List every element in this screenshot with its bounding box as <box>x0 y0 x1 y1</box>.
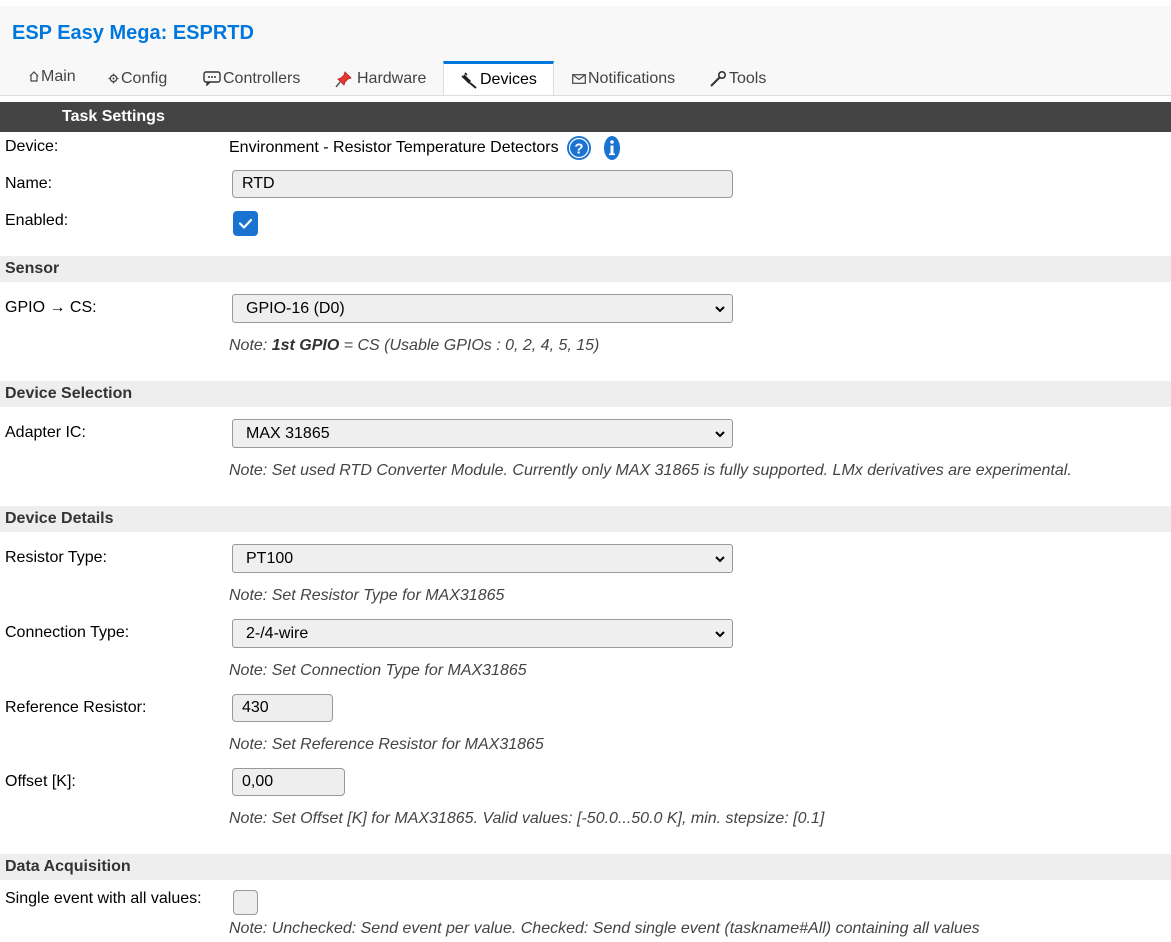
adapter-ic-label: Adapter IC: <box>5 424 86 441</box>
single-event-label: Single event with all values: <box>5 890 202 907</box>
tab-tools-label: Tools <box>729 69 767 87</box>
wrench-icon <box>709 70 727 88</box>
plug-icon <box>460 71 478 89</box>
device-selection-section-title: Device Selection <box>5 385 133 402</box>
sensor-section-header: Sensor <box>0 256 1171 282</box>
task-settings-title: Task Settings <box>62 108 165 125</box>
tab-controllers-label: Controllers <box>223 69 301 87</box>
tab-tools[interactable]: Tools <box>709 61 766 96</box>
chevron-down-icon <box>714 302 726 320</box>
adapter-ic-selected: MAX 31865 <box>246 425 330 442</box>
tab-config-label: Config <box>121 69 168 87</box>
enabled-checkbox[interactable] <box>233 211 258 236</box>
chevron-down-icon <box>714 627 726 645</box>
gpio-cs-select[interactable]: GPIO-16 (D0) <box>232 294 733 323</box>
help-icon[interactable]: ? <box>566 135 592 161</box>
mail-icon <box>572 73 586 84</box>
task-settings-header: Task Settings <box>0 102 1171 132</box>
tab-notifications[interactable]: Notifications <box>572 61 675 96</box>
tab-config[interactable]: Config <box>108 61 167 96</box>
connection-type-selected: 2-/4-wire <box>246 625 309 642</box>
check-icon <box>238 218 253 229</box>
reference-resistor-label: Reference Resistor: <box>5 699 147 716</box>
gpio-cs-selected: GPIO-16 (D0) <box>246 300 345 317</box>
connection-type-note: Note: Set Connection Type for MAX31865 <box>229 662 527 679</box>
reference-resistor-note: Note: Set Reference Resistor for MAX3186… <box>229 736 544 753</box>
resistor-type-note: Note: Set Resistor Type for MAX31865 <box>229 587 505 604</box>
device-value: Environment - Resistor Temperature Detec… <box>229 139 559 156</box>
gpio-cs-note-prefix: Note: <box>229 337 272 354</box>
tab-notifications-label: Notifications <box>588 69 676 87</box>
data-acquisition-section-header: Data Acquisition <box>0 854 1171 880</box>
home-icon <box>29 71 39 82</box>
tab-bar: Main Config Controllers Hardware Devices… <box>0 61 1171 96</box>
gpio-cs-note: Note: 1st GPIO = CS (Usable GPIOs : 0, 2… <box>229 337 599 355</box>
tab-hardware-label: Hardware <box>357 69 427 87</box>
offset-input[interactable]: 0,00 <box>232 768 345 796</box>
gpio-cs-note-bold: 1st GPIO <box>271 337 340 354</box>
tab-divider <box>0 95 1171 96</box>
resistor-type-select[interactable]: PT100 <box>232 544 733 573</box>
offset-note: Note: Set Offset [K] for MAX31865. Valid… <box>229 810 825 827</box>
tab-main[interactable]: Main <box>29 59 76 94</box>
tab-devices[interactable]: Devices <box>443 61 554 96</box>
enabled-label: Enabled: <box>5 212 69 229</box>
app-title: ESP Easy Mega: ESPRTD <box>12 22 254 44</box>
single-event-checkbox[interactable] <box>233 890 258 915</box>
adapter-ic-note: Note: Set used RTD Converter Module. Cur… <box>229 462 1072 479</box>
device-label: Device: <box>5 138 59 155</box>
gear-icon <box>108 73 119 84</box>
name-label: Name: <box>5 175 53 192</box>
svg-text:?: ? <box>574 141 583 158</box>
tab-devices-label: Devices <box>480 71 537 88</box>
tab-controllers[interactable]: Controllers <box>203 61 300 96</box>
tab-main-label: Main <box>41 67 76 85</box>
device-details-section-title: Device Details <box>5 510 114 527</box>
adapter-ic-select[interactable]: MAX 31865 <box>232 419 733 448</box>
connection-type-label: Connection Type: <box>5 624 130 641</box>
device-selection-section-header: Device Selection <box>0 381 1171 407</box>
info-icon[interactable] <box>603 135 621 161</box>
tab-hardware[interactable]: Hardware <box>335 61 426 96</box>
name-input[interactable]: RTD <box>232 170 733 198</box>
device-details-section-header: Device Details <box>0 506 1171 532</box>
single-event-note: Note: Unchecked: Send event per value. C… <box>229 920 980 937</box>
pin-icon <box>335 70 355 88</box>
gpio-cs-note-rest: = CS (Usable GPIOs : 0, 2, 4, 5, 15) <box>339 337 600 354</box>
gpio-cs-label: GPIO → CS: <box>5 299 97 316</box>
chat-icon <box>203 71 221 86</box>
reference-resistor-input[interactable]: 430 <box>232 694 333 722</box>
sensor-section-title: Sensor <box>5 260 60 277</box>
resistor-type-label: Resistor Type: <box>5 549 107 566</box>
data-acquisition-section-title: Data Acquisition <box>5 858 131 875</box>
connection-type-select[interactable]: 2-/4-wire <box>232 619 733 648</box>
chevron-down-icon <box>714 552 726 570</box>
offset-label: Offset [K]: <box>5 773 76 790</box>
resistor-type-selected: PT100 <box>246 550 294 567</box>
chevron-down-icon <box>714 427 726 445</box>
